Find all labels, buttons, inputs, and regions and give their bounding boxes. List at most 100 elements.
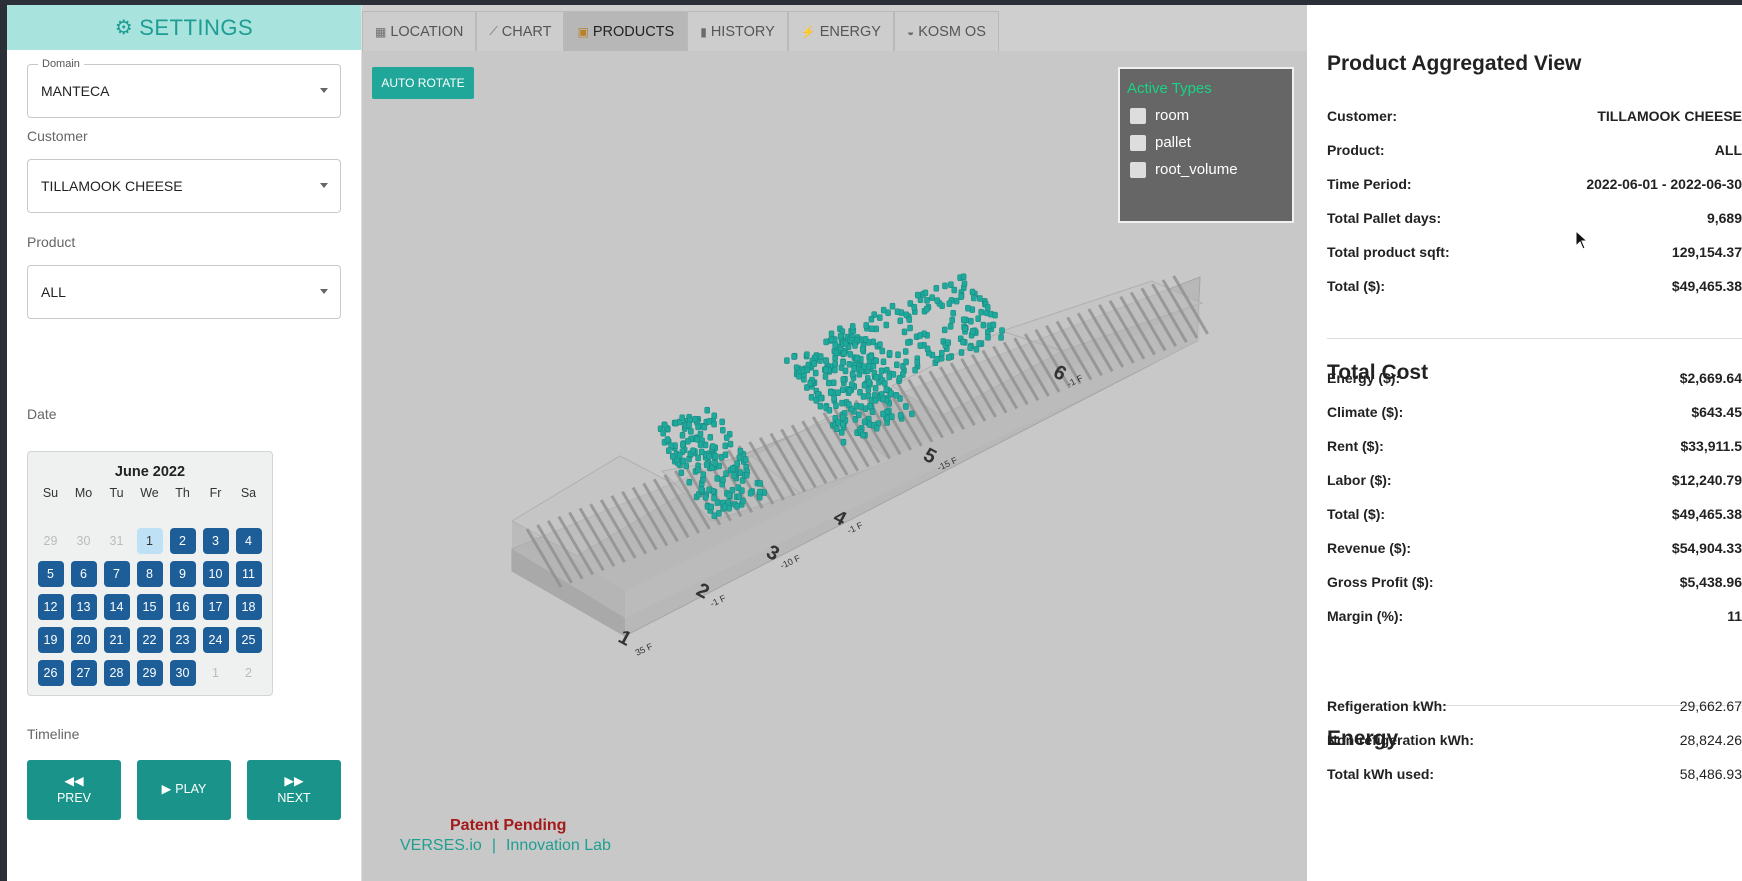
customer-select[interactable]: TILLAMOOK CHEESE bbox=[27, 159, 341, 213]
calendar-day[interactable]: 3 bbox=[202, 527, 229, 554]
calendar-day[interactable]: 29 bbox=[38, 528, 64, 554]
calendar-day[interactable]: 7 bbox=[103, 560, 130, 587]
checkbox-icon[interactable] bbox=[1130, 107, 1146, 124]
pallet bbox=[678, 469, 685, 477]
pallet bbox=[739, 477, 746, 484]
pallet bbox=[688, 428, 694, 435]
calendar-day[interactable]: 9 bbox=[169, 560, 196, 587]
pallet bbox=[851, 365, 857, 372]
calendar-day[interactable]: 11 bbox=[235, 560, 262, 587]
tab-products[interactable]: ▣ PRODUCTS bbox=[564, 11, 688, 51]
pallet bbox=[980, 321, 987, 329]
pallet bbox=[840, 376, 847, 383]
calendar-day[interactable]: 19 bbox=[37, 626, 64, 653]
play-label: PLAY bbox=[175, 782, 207, 797]
pallet bbox=[950, 310, 956, 317]
stat-row: Customer: TILLAMOOK CHEESE bbox=[1327, 108, 1742, 124]
warehouse-3d-viewport[interactable]: ▦ LOCATION ⟋ CHART ▣ PRODUCTS ▮ HISTORY ⚡ ENERGY ◒… bbox=[362, 5, 1307, 881]
calendar-day[interactable]: 24 bbox=[202, 626, 229, 653]
stat-label: Total ($): bbox=[1327, 506, 1386, 522]
active-type-room[interactable]: room bbox=[1130, 107, 1292, 124]
calendar-day[interactable]: 18 bbox=[235, 593, 262, 620]
stat-label: Refigeration kWh: bbox=[1327, 698, 1447, 714]
calendar-cell: 15 bbox=[133, 590, 166, 623]
brand-footer: VERSES.io | Innovation Lab bbox=[400, 837, 611, 855]
pallet bbox=[837, 332, 844, 340]
line-chart-icon: ⟋ bbox=[489, 24, 498, 38]
pallet bbox=[846, 361, 853, 368]
calendar-day[interactable]: 29 bbox=[136, 659, 163, 686]
calendar-day[interactable]: 30 bbox=[71, 528, 97, 554]
stat-label: Total ($): bbox=[1327, 278, 1386, 294]
tab-kosm-os[interactable]: ◒ KOSM OS bbox=[893, 11, 999, 51]
calendar-day[interactable]: 26 bbox=[37, 659, 64, 686]
calendar-day[interactable]: 21 bbox=[103, 626, 130, 653]
calendar-day[interactable]: 12 bbox=[37, 593, 64, 620]
calendar-day[interactable]: 6 bbox=[70, 560, 97, 587]
pallet bbox=[861, 382, 868, 389]
product-select[interactable]: ALL bbox=[27, 265, 341, 319]
domain-select[interactable]: Domain MANTECA bbox=[27, 58, 341, 118]
calendar-day[interactable]: 4 bbox=[235, 527, 262, 554]
pallet bbox=[882, 380, 888, 387]
prev-button[interactable]: ◀◀ PREV bbox=[27, 760, 121, 820]
pallet bbox=[965, 304, 971, 312]
pallet bbox=[720, 426, 726, 434]
calendar-day[interactable]: 28 bbox=[103, 659, 130, 686]
pallet bbox=[747, 489, 754, 497]
tab-energy[interactable]: ⚡ ENERGY bbox=[787, 11, 894, 51]
calendar-day[interactable]: 22 bbox=[136, 626, 163, 653]
stat-row: Labor ($): $12,240.79 bbox=[1327, 472, 1742, 488]
patent-pending-text: Patent Pending bbox=[450, 817, 567, 834]
tab-history[interactable]: ▮ HISTORY bbox=[687, 11, 788, 51]
play-button[interactable]: ▶ PLAY bbox=[137, 760, 231, 820]
tab-label: HISTORY bbox=[710, 23, 775, 40]
pallet bbox=[707, 434, 714, 441]
calendar-cell: 5 bbox=[34, 557, 67, 590]
calendar-day[interactable]: 5 bbox=[37, 560, 64, 587]
calendar-day[interactable]: 14 bbox=[103, 593, 130, 620]
calendar-day[interactable]: 1 bbox=[203, 660, 229, 686]
tab-chart[interactable]: ⟋ CHART bbox=[476, 11, 565, 51]
calendar-day[interactable]: 31 bbox=[104, 528, 130, 554]
calendar-day[interactable]: 30 bbox=[169, 659, 196, 686]
calendar-day[interactable]: 10 bbox=[202, 560, 229, 587]
calendar-day[interactable]: 20 bbox=[70, 626, 97, 653]
calendar-day[interactable]: 8 bbox=[136, 560, 163, 587]
pallet bbox=[933, 285, 940, 292]
pallet bbox=[934, 297, 941, 304]
auto-rotate-button[interactable]: AUTO ROTATE bbox=[372, 67, 474, 99]
calendar-day[interactable]: 1 bbox=[136, 527, 163, 554]
gear-icon: ⚙ bbox=[114, 17, 134, 39]
calendar-day[interactable]: 15 bbox=[136, 593, 163, 620]
calendar-day[interactable]: 2 bbox=[236, 660, 262, 686]
pallet bbox=[664, 436, 671, 443]
fast-forward-icon: ▶▶ bbox=[284, 773, 304, 788]
pallet bbox=[859, 345, 866, 353]
pallet bbox=[796, 373, 802, 380]
calendar-day[interactable]: 13 bbox=[70, 593, 97, 620]
active-type-root-volume[interactable]: root_volume bbox=[1130, 161, 1292, 178]
calendar-day[interactable]: 27 bbox=[70, 659, 97, 686]
pallet bbox=[924, 297, 930, 304]
tab-location[interactable]: ▦ LOCATION bbox=[362, 11, 477, 51]
calendar-day[interactable]: 25 bbox=[235, 626, 262, 653]
lab-name: Innovation Lab bbox=[505, 837, 611, 854]
pallet bbox=[929, 294, 935, 301]
pallet bbox=[666, 447, 672, 454]
active-type-pallet[interactable]: pallet bbox=[1130, 134, 1292, 151]
pallet bbox=[791, 353, 797, 360]
pallet bbox=[868, 353, 874, 361]
pallet bbox=[971, 294, 977, 302]
stat-value: 58,486.93 bbox=[1679, 766, 1742, 782]
pallet bbox=[839, 414, 846, 421]
calendar-day[interactable]: 23 bbox=[169, 626, 196, 653]
calendar-day[interactable]: 16 bbox=[169, 593, 196, 620]
checkbox-icon[interactable] bbox=[1130, 134, 1146, 151]
pallet bbox=[984, 304, 991, 311]
next-button[interactable]: ▶▶ NEXT bbox=[247, 760, 341, 820]
pallet bbox=[873, 424, 880, 432]
checkbox-icon[interactable] bbox=[1130, 161, 1146, 178]
calendar-day[interactable]: 17 bbox=[202, 593, 229, 620]
calendar-day[interactable]: 2 bbox=[169, 527, 196, 554]
